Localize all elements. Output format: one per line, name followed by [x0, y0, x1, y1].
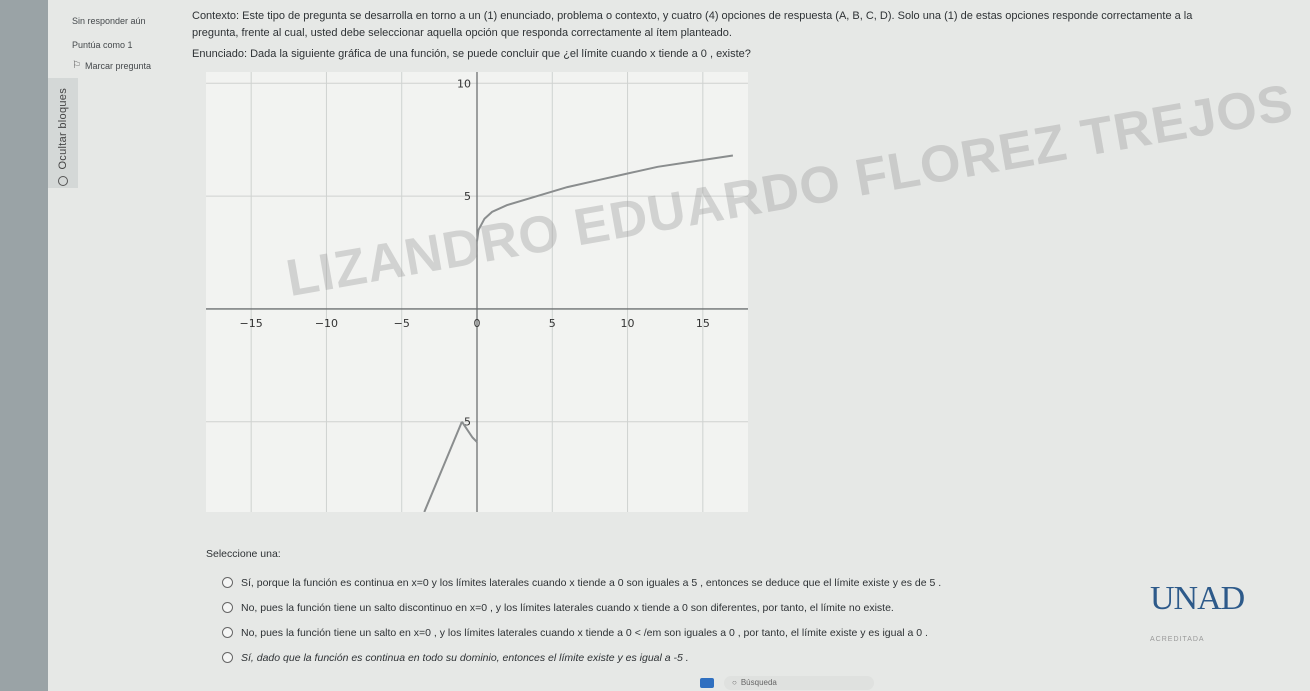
hide-blocks-toggle[interactable]: Ocultar bloques: [48, 78, 78, 188]
taskbar-search-label: Búsqueda: [740, 678, 777, 687]
y-tick-label: 10: [457, 77, 471, 90]
option-c-text: No, pues la función tiene un salto en x=…: [241, 626, 928, 639]
flag-question-link[interactable]: ⚐ Marcar pregunta: [72, 60, 151, 71]
flag-icon: ⚐: [72, 60, 81, 71]
question-status: Sin responder aún: [72, 16, 146, 26]
question-info: Sin responder aún Puntúa como 1 ⚐ Marcar…: [66, 0, 176, 80]
statement-text: Enunciado: Dada la siguiente gráfica de …: [192, 48, 751, 60]
option-d-text: Sí, dado que la función es continua en t…: [241, 651, 689, 664]
left-strip: [0, 0, 48, 691]
unad-logo: UNAD ACREDITADA: [1150, 580, 1250, 660]
taskbar: ○ Búsqueda: [700, 674, 1000, 691]
y-tick-label: 5: [464, 190, 471, 203]
taskbar-app-icon[interactable]: [700, 677, 714, 688]
option-a[interactable]: Sí, porque la función es continua en x=0…: [206, 570, 1106, 595]
option-c[interactable]: No, pues la función tiene un salto en x=…: [206, 620, 1106, 645]
option-a-text: Sí, porque la función es continua en x=0…: [241, 576, 942, 589]
x-tick-label: 0: [474, 317, 481, 330]
taskbar-search[interactable]: ○ Búsqueda: [724, 675, 874, 690]
graph-svg: −15 −10 −5 0 5 10 15105-5: [206, 72, 748, 513]
option-b-text: No, pues la función tiene un salto disco…: [241, 601, 894, 614]
select-prompt: Seleccione una:: [206, 548, 281, 560]
x-tick-label: 5: [549, 317, 556, 330]
toggle-icon: [58, 175, 68, 186]
logo-mark: UNAD: [1150, 580, 1245, 617]
question-score: Puntúa como 1: [72, 40, 133, 50]
x-tick-label: −5: [394, 317, 410, 330]
x-tick-label: 15: [696, 317, 710, 330]
answer-block: Seleccione una: Sí, porque la función es…: [206, 548, 1106, 670]
x-tick-label: 10: [621, 317, 635, 330]
context-text: Contexto: Este tipo de pregunta se desar…: [192, 10, 1193, 39]
hide-blocks-label: Ocultar bloques: [57, 88, 69, 170]
x-tick-label: −15: [240, 317, 263, 330]
option-c-radio[interactable]: [222, 627, 233, 638]
flag-question-label: Marcar pregunta: [84, 60, 152, 71]
option-b-radio[interactable]: [222, 602, 233, 613]
function-graph: −15 −10 −5 0 5 10 15 10 5 -5: [206, 72, 748, 513]
option-d-radio[interactable]: [222, 652, 233, 663]
option-a-radio[interactable]: [222, 577, 233, 588]
option-b[interactable]: No, pues la función tiene un salto disco…: [206, 595, 1106, 620]
x-tick-label: −10: [315, 317, 338, 330]
option-d[interactable]: Sí, dado que la función es continua en t…: [206, 645, 1106, 670]
logo-badge: ACREDITADA: [1150, 636, 1205, 643]
search-icon: ○: [732, 678, 737, 687]
